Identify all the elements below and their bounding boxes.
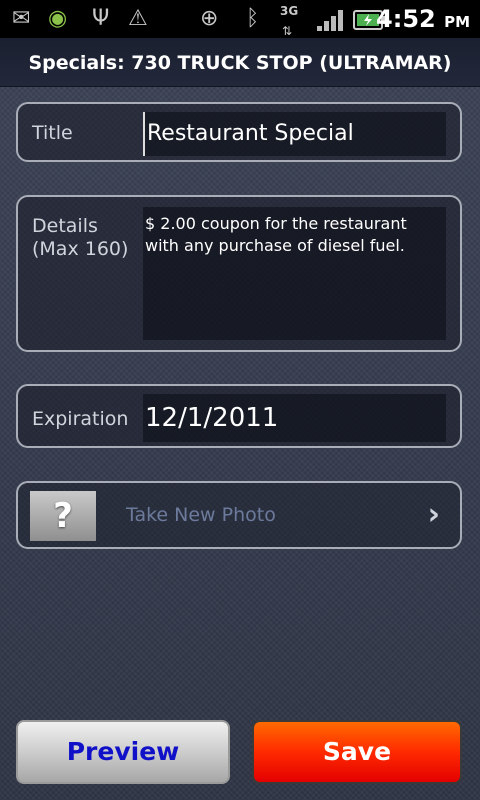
photo-placeholder-icon: ? bbox=[30, 491, 96, 541]
chevron-right-icon: › bbox=[427, 497, 440, 532]
title-field: Title Restaurant Special bbox=[16, 102, 462, 162]
clock-time: 4:52 bbox=[376, 5, 436, 33]
title-input[interactable]: Restaurant Special bbox=[143, 112, 446, 156]
status-bar: ✉ ◉ Ψ ⚠ ⊕ ᛒ 3G ⇅ 4:52 PM bbox=[0, 0, 480, 38]
android-icon: ◉ bbox=[48, 6, 68, 31]
clock-ampm: PM bbox=[444, 13, 470, 31]
title-label: Title bbox=[32, 122, 73, 144]
details-textarea[interactable]: $ 2.00 coupon for the restaurant with an… bbox=[143, 207, 446, 340]
page-title: Specials: 730 TRUCK STOP (ULTRAMAR) bbox=[0, 38, 480, 87]
take-photo-label: Take New Photo bbox=[126, 504, 276, 526]
mail-icon: ✉ bbox=[12, 6, 31, 31]
preview-button[interactable]: Preview bbox=[16, 720, 230, 784]
network-type: 3G bbox=[280, 4, 299, 18]
save-button[interactable]: Save bbox=[252, 720, 462, 784]
expiration-input[interactable]: 12/1/2011 bbox=[143, 394, 446, 442]
details-field: Details (Max 160) $ 2.00 coupon for the … bbox=[16, 195, 462, 352]
signal-icon bbox=[317, 10, 343, 31]
warning-icon: ⚠ bbox=[128, 6, 148, 31]
expiration-field: Expiration 12/1/2011 bbox=[16, 384, 462, 448]
gps-icon: ⊕ bbox=[200, 6, 219, 31]
details-label-text: Details bbox=[32, 215, 98, 237]
take-photo-row[interactable]: ? Take New Photo › bbox=[16, 481, 462, 549]
clock: 4:52 PM bbox=[376, 4, 470, 37]
bluetooth-icon: ᛒ bbox=[246, 6, 260, 31]
details-label: Details (Max 160) bbox=[32, 215, 128, 261]
usb-icon: Ψ bbox=[92, 6, 110, 31]
details-hint: (Max 160) bbox=[32, 238, 129, 260]
expiration-label: Expiration bbox=[32, 408, 129, 430]
